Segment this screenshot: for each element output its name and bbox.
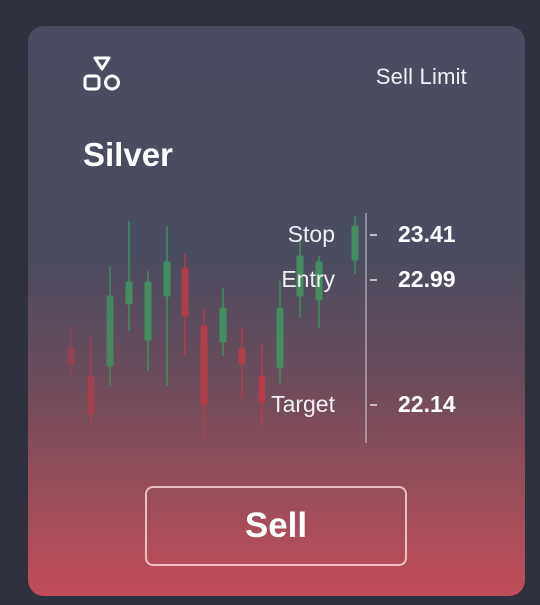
sell-button[interactable]: Sell <box>145 486 407 566</box>
stop-tick <box>370 234 377 236</box>
stop-value: 23.41 <box>398 221 456 247</box>
asset-name: Silver <box>83 136 173 173</box>
order-type-label: Sell Limit <box>375 64 467 89</box>
stop-label: Stop <box>287 221 335 247</box>
candle-down-group <box>67 254 266 438</box>
entry-label: Entry <box>281 266 335 292</box>
target-tick <box>370 404 377 406</box>
shapes-icon <box>83 56 120 91</box>
entry-tick <box>370 279 377 281</box>
entry-value: 22.99 <box>398 266 456 292</box>
level-divider <box>365 213 367 443</box>
trade-card: Sell Limit Silver Stop 23.41 Entry 22.99… <box>28 26 525 596</box>
target-label: Target <box>271 391 335 417</box>
target-value: 22.14 <box>398 391 456 417</box>
